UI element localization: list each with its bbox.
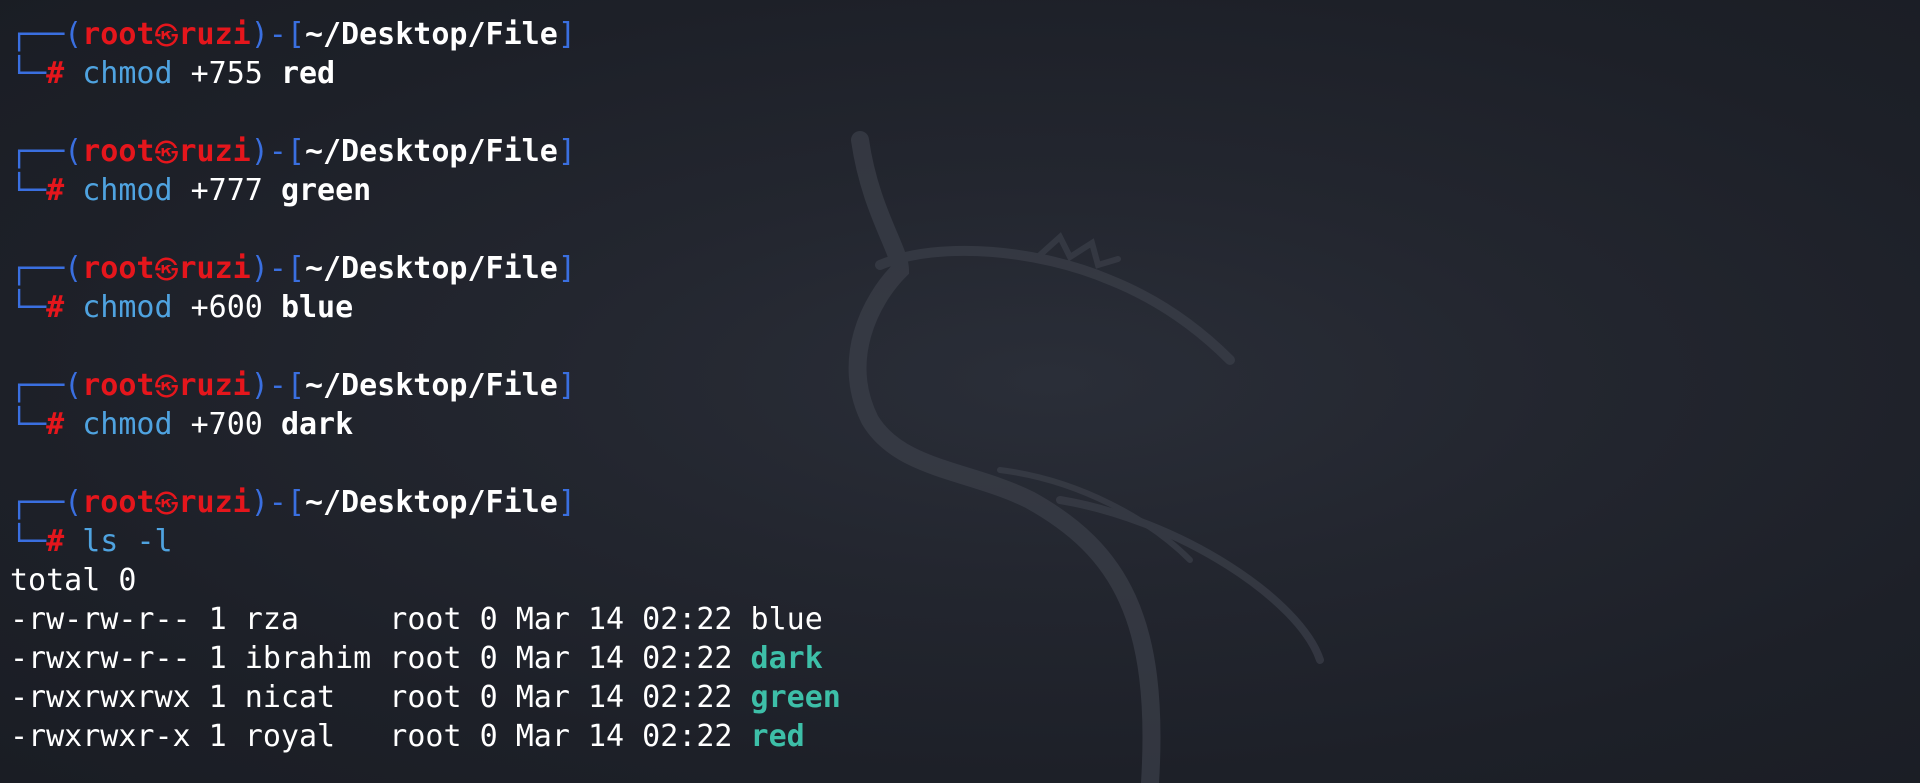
prompt-host: ruzi	[178, 17, 251, 52]
prompt-path: ~/Desktop/File	[304, 134, 558, 169]
command-line: └─# chmod +700 dark	[10, 405, 841, 444]
prompt-frame-close: ]	[557, 368, 576, 403]
prompt-frame-open: ┌──(	[10, 251, 83, 286]
skull-icon: ㉿	[154, 256, 179, 284]
prompt-frame-close: ]	[557, 485, 576, 520]
ls-row: -rw-rw-r-- 1 rza root 0 Mar 14 02:22 blu…	[10, 600, 841, 639]
command-target: green	[280, 173, 372, 208]
command-line: └─# chmod +755 red	[10, 54, 841, 93]
command-name: chmod	[82, 407, 173, 442]
prompt-hash: #	[46, 173, 65, 208]
command-line: └─# chmod +777 green	[10, 171, 841, 210]
prompt-host: ruzi	[178, 251, 251, 286]
prompt-user: root	[82, 251, 155, 286]
command-name: ls	[82, 524, 119, 559]
prompt-frame-mid: )-[	[250, 134, 305, 169]
ls-file-name: red	[750, 719, 805, 754]
prompt-header: ┌──(root㉿ruzi)-[~/Desktop/File]	[10, 366, 841, 405]
prompt-frame-open: ┌──(	[10, 17, 83, 52]
prompt-frame-corner: └─	[10, 173, 47, 208]
prompt-user: root	[82, 134, 155, 169]
command-target: dark	[280, 407, 354, 442]
prompt-hash: #	[46, 290, 65, 325]
prompt-hash: #	[46, 524, 65, 559]
skull-icon: ㉿	[154, 139, 179, 167]
ls-row-details: -rwxrwxrwx 1 nicat root 0 Mar 14 02:22	[10, 680, 751, 715]
ls-row-details: -rw-rw-r-- 1 rza root 0 Mar 14 02:22	[10, 602, 751, 637]
prompt-user: root	[82, 17, 155, 52]
ls-row: -rwxrwxr-x 1 royal root 0 Mar 14 02:22 r…	[10, 717, 841, 756]
ls-file-name: green	[750, 680, 841, 715]
command-target: blue	[280, 290, 354, 325]
prompt-frame-open: ┌──(	[10, 485, 83, 520]
prompt-user: root	[82, 368, 155, 403]
command-target: red	[280, 56, 336, 91]
command-name: chmod	[82, 173, 173, 208]
command-name: chmod	[82, 290, 173, 325]
ls-row-details: -rwxrw-r-- 1 ibrahim root 0 Mar 14 02:22	[10, 641, 751, 676]
prompt-frame-mid: )-[	[250, 368, 305, 403]
command-arg: +600	[190, 290, 263, 325]
command-name: chmod	[82, 56, 173, 91]
prompt-frame-mid: )-[	[250, 17, 305, 52]
ls-row: -rwxrw-r-- 1 ibrahim root 0 Mar 14 02:22…	[10, 639, 841, 678]
prompt-user: root	[82, 485, 155, 520]
terminal-window[interactable]: ┌──(root㉿ruzi)-[~/Desktop/File] └─# chmod…	[0, 0, 1920, 783]
ls-file-name: dark	[750, 641, 823, 676]
prompt-frame-corner: └─	[10, 290, 47, 325]
skull-icon: ㉿	[154, 22, 179, 50]
command-arg: -l	[136, 524, 173, 559]
prompt-header: ┌──(root㉿ruzi)-[~/Desktop/File]	[10, 249, 841, 288]
command-arg: +700	[190, 407, 263, 442]
prompt-header: ┌──(root㉿ruzi)-[~/Desktop/File]	[10, 483, 841, 522]
prompt-hash: #	[46, 407, 65, 442]
prompt-frame-open: ┌──(	[10, 134, 83, 169]
prompt-frame-corner: └─	[10, 524, 47, 559]
prompt-frame-mid: )-[	[250, 251, 305, 286]
prompt-host: ruzi	[178, 485, 251, 520]
prompt-path: ~/Desktop/File	[304, 251, 558, 286]
command-line: └─# ls -l	[10, 522, 841, 561]
prompt-host: ruzi	[178, 368, 251, 403]
prompt-host: ruzi	[178, 134, 251, 169]
ls-file-name: blue	[750, 602, 823, 637]
command-arg: +755	[190, 56, 263, 91]
prompt-frame-open: ┌──(	[10, 368, 83, 403]
prompt-hash: #	[46, 56, 65, 91]
prompt-path: ~/Desktop/File	[304, 17, 558, 52]
prompt-frame-corner: └─	[10, 407, 47, 442]
skull-icon: ㉿	[154, 490, 179, 518]
prompt-frame-close: ]	[557, 134, 576, 169]
prompt-header: ┌──(root㉿ruzi)-[~/Desktop/File]	[10, 132, 841, 171]
ls-row: -rwxrwxrwx 1 nicat root 0 Mar 14 02:22 g…	[10, 678, 841, 717]
prompt-frame-corner: └─	[10, 56, 47, 91]
ls-row-details: -rwxrwxr-x 1 royal root 0 Mar 14 02:22	[10, 719, 751, 754]
command-line: └─# chmod +600 blue	[10, 288, 841, 327]
prompt-path: ~/Desktop/File	[304, 485, 558, 520]
ls-total: total 0	[10, 563, 137, 598]
prompt-frame-close: ]	[557, 251, 576, 286]
prompt-frame-close: ]	[557, 17, 576, 52]
prompt-path: ~/Desktop/File	[304, 368, 558, 403]
skull-icon: ㉿	[154, 373, 179, 401]
prompt-frame-mid: )-[	[250, 485, 305, 520]
prompt-header: ┌──(root㉿ruzi)-[~/Desktop/File]	[10, 15, 841, 54]
command-arg: +777	[190, 173, 263, 208]
